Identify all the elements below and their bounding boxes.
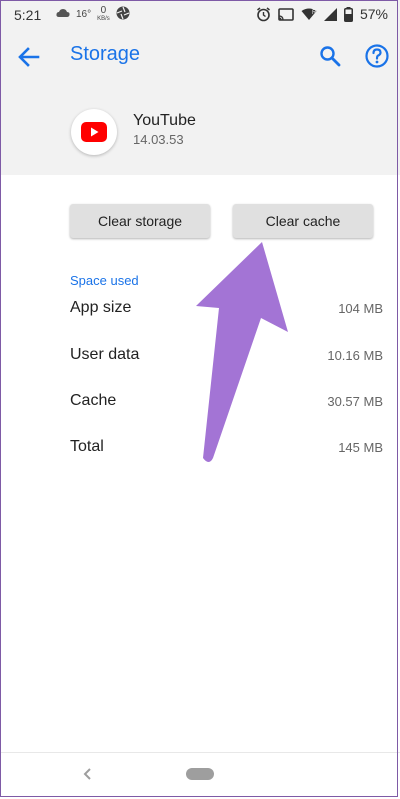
row-value: 145 MB	[338, 440, 383, 455]
row-label: Cache	[70, 392, 117, 409]
search-icon	[320, 46, 341, 67]
signal-icon	[323, 7, 337, 21]
wifi-icon: R	[301, 8, 317, 21]
temperature-text: 16°	[76, 9, 92, 20]
space-used-header: Space used	[70, 273, 139, 288]
svg-text:R: R	[312, 10, 317, 16]
data-speed: 0 KB/s	[97, 4, 110, 23]
status-left-icons: 16° 0 KB/s	[56, 4, 130, 23]
storage-row: Total 145 MB	[70, 438, 383, 462]
alarm-icon	[256, 6, 271, 22]
app-version: 14.03.53	[133, 132, 184, 147]
app-name: YouTube	[133, 112, 196, 129]
storage-row: Cache 30.57 MB	[70, 392, 383, 416]
app-icon	[71, 109, 117, 155]
back-arrow-icon	[18, 47, 40, 67]
battery-icon	[343, 6, 353, 22]
row-value: 30.57 MB	[327, 394, 383, 409]
storage-row: User data 10.16 MB	[70, 346, 383, 370]
header: Storage YouTube 14.03.53	[0, 30, 400, 175]
help-button[interactable]	[364, 43, 390, 69]
battery-percent: 57%	[359, 6, 388, 22]
status-right-icons: R 57%	[256, 6, 388, 22]
storage-row: App size 104 MB	[70, 299, 383, 323]
help-icon	[365, 44, 389, 68]
back-button[interactable]	[16, 44, 42, 70]
nav-home-button[interactable]	[186, 768, 214, 780]
youtube-icon	[81, 122, 107, 142]
nav-divider	[0, 752, 400, 753]
aperture-icon	[116, 6, 130, 23]
clear-storage-button[interactable]: Clear storage	[70, 204, 210, 238]
data-speed-unit: KB/s	[97, 15, 110, 22]
clear-cache-button[interactable]: Clear cache	[233, 204, 373, 238]
row-value: 104 MB	[338, 301, 383, 316]
row-value: 10.16 MB	[327, 348, 383, 363]
status-time: 5:21	[14, 7, 42, 23]
page-title: Storage	[70, 43, 141, 65]
nav-back-button[interactable]	[80, 764, 96, 784]
nav-back-icon	[83, 768, 91, 780]
cloud-icon	[56, 8, 70, 21]
status-bar: 5:21 16° 0 KB/s R 57%	[0, 0, 400, 30]
data-speed-value: 0	[100, 4, 107, 16]
row-label: App size	[70, 299, 132, 316]
cast-icon	[278, 7, 294, 21]
row-label: User data	[70, 346, 140, 363]
search-button[interactable]	[318, 44, 342, 68]
row-label: Total	[70, 438, 104, 455]
